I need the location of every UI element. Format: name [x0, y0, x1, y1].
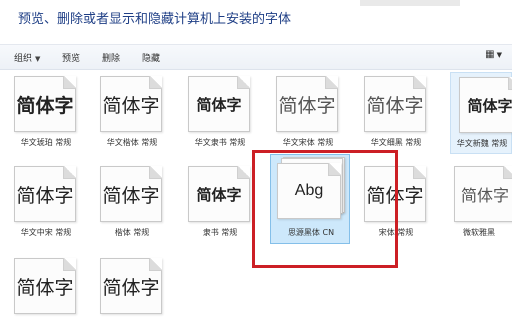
font-file-icon: 简体字	[188, 76, 250, 132]
font-file-icon: 简体字	[459, 77, 512, 133]
font-name: 华文中宋 常规	[20, 228, 72, 237]
font-grid: 简体字 华文琥珀 常规 简体字 华文楷体 常规 简体字 华文隶书 常规 简体字 …	[0, 68, 512, 324]
font-sample: 简体字	[196, 95, 242, 114]
font-sample: 简体字	[278, 94, 336, 117]
font-name: 华文宋体 常规	[282, 138, 334, 147]
chevron-down-icon: ▼	[496, 51, 502, 59]
preview-button[interactable]: 预览	[58, 50, 84, 65]
font-sample: 简体字	[366, 184, 424, 207]
font-tile[interactable]: 简体字 华文隶书 常规	[180, 72, 260, 154]
font-name: 华文隶书 常规	[194, 138, 246, 147]
font-sample: 简体字	[102, 276, 160, 299]
font-sample: 简体字	[102, 94, 160, 117]
font-family-stack-icon: Abg	[277, 163, 341, 219]
organize-label: 组织	[14, 54, 33, 64]
chevron-down-icon: ▼	[35, 55, 41, 63]
font-sample: 简体字	[467, 96, 512, 115]
window-header: 预览、删除或者显示和隐藏计算机上安装的字体	[0, 0, 512, 38]
font-file-icon: 简体字	[188, 166, 250, 222]
font-file-icon: 简体字	[14, 166, 76, 222]
font-tile[interactable]: 简体字 华文宋体 常规	[268, 72, 348, 154]
font-tile-selected[interactable]: Abg 思源黑体 CN	[270, 154, 350, 244]
header-background-strip	[360, 0, 460, 6]
font-tile[interactable]: 简体字 华文新魏 常规	[450, 72, 512, 154]
font-name: 华文琥珀 常规	[20, 138, 72, 147]
font-tile[interactable]: 简体字 隶书 常规	[180, 162, 260, 244]
font-sample: 简体字	[16, 94, 74, 117]
font-name: 华文楷体 常规	[106, 138, 158, 147]
font-sample: 简体字	[460, 186, 509, 205]
organize-button[interactable]: 组织 ▼	[10, 50, 44, 65]
font-sample: 简体字	[102, 184, 160, 207]
font-name: 微软雅黑	[463, 228, 495, 237]
hide-button[interactable]: 隐藏	[138, 50, 164, 65]
delete-button[interactable]: 删除	[98, 50, 124, 65]
font-tile[interactable]: 简体字 华文楷体 常规	[92, 72, 172, 154]
font-sample: 简体字	[366, 94, 424, 117]
font-name: 思源黑体 CN	[287, 228, 335, 237]
font-tile[interactable]: 简体字 华文细黑 常规	[356, 72, 436, 154]
font-tile[interactable]: 简体字 宋体 常规	[356, 162, 436, 244]
font-file-icon: 简体字	[454, 166, 512, 222]
font-file-icon: 简体字	[14, 258, 76, 314]
toolbar: 组织 ▼ 预览 删除 隐藏 ▦ ▼	[0, 44, 512, 70]
font-name: 隶书 常规	[202, 228, 238, 237]
font-file-icon: 简体字	[100, 166, 162, 222]
view-options-icon: ▦	[485, 49, 495, 60]
font-file-icon: 简体字	[100, 76, 162, 132]
font-name: 华文新魏 常规	[456, 139, 508, 148]
font-name: 华文细黑 常规	[370, 138, 422, 147]
font-tile[interactable]: 简体字 微软雅黑	[446, 162, 512, 244]
page-title: 预览、删除或者显示和隐藏计算机上安装的字体	[18, 12, 292, 27]
font-file-icon: 简体字	[276, 76, 338, 132]
font-tile[interactable]: 简体字 楷体 常规	[92, 162, 172, 244]
font-sample: 简体字	[16, 184, 74, 207]
font-sample: Abg	[294, 182, 324, 199]
font-name: 宋体 常规	[378, 228, 414, 237]
font-file-icon: 简体字	[14, 76, 76, 132]
font-tile[interactable]: 简体字 华文中宋 常规	[6, 162, 86, 244]
font-file-icon: 简体字	[100, 258, 162, 314]
font-file-icon: 简体字	[364, 166, 426, 222]
font-name: 楷体 常规	[114, 228, 150, 237]
font-sample: 简体字	[16, 276, 74, 299]
view-options-button[interactable]: ▦ ▼	[481, 49, 506, 60]
font-tile[interactable]: 简体字 华文琥珀 常规	[6, 72, 86, 154]
font-sample: 简体字	[196, 185, 242, 204]
font-file-icon: 简体字	[364, 76, 426, 132]
